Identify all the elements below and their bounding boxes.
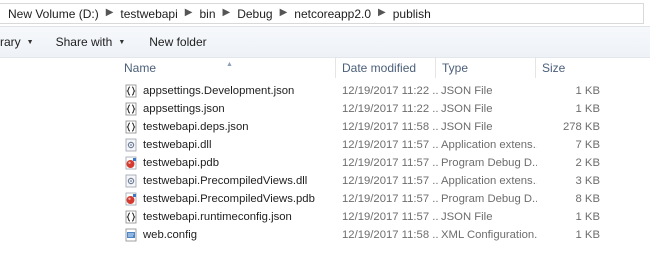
file-row[interactable]: web.config 12/19/2017 11:58 ... XML Config… <box>118 226 650 244</box>
column-header-size-label: Size <box>542 61 566 75</box>
file-type: Application extens... <box>441 175 537 187</box>
file-date-modified: 12/19/2017 11:57 ... <box>342 175 438 187</box>
file-name: testwebapi.dll <box>143 139 212 151</box>
dll-file-icon <box>124 138 138 152</box>
file-name: testwebapi.runtimeconfig.json <box>143 211 292 223</box>
file-type: JSON File <box>441 85 493 97</box>
file-row[interactable]: testwebapi.PrecompiledViews.pdb 12/19/201… <box>118 190 650 208</box>
file-row[interactable]: testwebapi.pdb 12/19/2017 11:57 ... Progra… <box>118 154 650 172</box>
breadcrumb-item-bin[interactable]: bin <box>199 7 215 21</box>
file-row[interactable]: testwebapi.deps.json 12/19/2017 11:58 ...… <box>118 118 650 136</box>
library-button-label: rary <box>0 35 21 49</box>
file-row[interactable]: appsettings.Development.json 12/19/2017 1… <box>118 82 650 100</box>
chevron-right-icon[interactable]: ▶ <box>185 7 193 18</box>
json-file-icon <box>124 102 138 116</box>
file-name: testwebapi.PrecompiledViews.pdb <box>143 193 315 205</box>
caret-down-icon: ▼ <box>118 38 126 46</box>
file-size: 3 KB <box>575 175 601 187</box>
dll-file-icon <box>124 174 138 188</box>
pdb-file-icon <box>124 192 138 206</box>
file-type: JSON File <box>441 103 493 115</box>
chevron-right-icon[interactable]: ▶ <box>280 7 288 18</box>
column-header-name[interactable]: Name ▲ <box>118 58 336 78</box>
file-type: XML Configuration... <box>441 229 537 241</box>
file-name: web.config <box>143 229 198 241</box>
breadcrumb-item-testwebapi[interactable]: testwebapi <box>120 7 177 21</box>
share-with-button[interactable]: Share with ▼ <box>48 30 134 54</box>
config-file-icon <box>124 228 138 242</box>
file-size: 1 KB <box>575 85 601 97</box>
file-name: appsettings.Development.json <box>143 85 295 97</box>
column-header-date-label: Date modified <box>342 61 417 75</box>
column-header-date[interactable]: Date modified <box>336 58 436 78</box>
file-type: Program Debug D... <box>441 157 537 169</box>
json-file-icon <box>124 210 138 224</box>
json-file-icon <box>124 84 138 98</box>
file-type: JSON File <box>441 121 493 133</box>
pdb-file-icon <box>124 156 138 170</box>
file-size: 1 KB <box>575 229 601 241</box>
column-header-type[interactable]: Type <box>436 58 536 78</box>
file-size: 2 KB <box>575 157 601 169</box>
breadcrumb-item-volume[interactable]: New Volume (D:) <box>8 7 99 21</box>
new-folder-label: New folder <box>149 35 207 49</box>
file-date-modified: 12/19/2017 11:58 ... <box>342 121 438 133</box>
share-with-label: Share with <box>55 35 113 49</box>
chevron-right-icon[interactable]: ▶ <box>378 7 386 18</box>
file-date-modified: 12/19/2017 11:57 ... <box>342 139 438 151</box>
file-type: Application extens... <box>441 139 537 151</box>
column-header-type-label: Type <box>442 61 469 75</box>
file-row[interactable]: testwebapi.dll 12/19/2017 11:57 ... Applic… <box>118 136 650 154</box>
file-date-modified: 12/19/2017 11:22 ... <box>342 85 438 97</box>
breadcrumb-item-netcoreapp[interactable]: netcoreapp2.0 <box>294 7 371 21</box>
column-header-row: Name ▲ Date modified Type Size <box>118 58 650 78</box>
file-type: Program Debug D... <box>441 193 537 205</box>
file-name: testwebapi.deps.json <box>143 121 249 133</box>
file-size: 8 KB <box>575 193 601 205</box>
column-header-name-label: Name <box>124 61 157 75</box>
chevron-right-icon[interactable]: ▶ <box>223 7 231 18</box>
chevron-right-icon[interactable]: ▶ <box>106 7 114 18</box>
new-folder-button[interactable]: New folder <box>141 30 214 54</box>
file-date-modified: 12/19/2017 11:58 ... <box>342 229 438 241</box>
json-file-icon <box>124 120 138 134</box>
file-name: testwebapi.PrecompiledViews.dll <box>143 175 308 187</box>
breadcrumb[interactable]: New Volume (D:) ▶ testwebapi ▶ bin ▶ Deb… <box>0 3 644 24</box>
file-name: appsettings.json <box>143 103 225 115</box>
library-button[interactable]: rary ▼ <box>0 30 42 54</box>
file-row[interactable]: appsettings.json 12/19/2017 11:22 ... JSON… <box>118 100 650 118</box>
file-date-modified: 12/19/2017 11:57 ... <box>342 157 438 169</box>
column-header-size[interactable]: Size <box>536 58 606 78</box>
file-row[interactable]: testwebapi.runtimeconfig.json 12/19/2017 … <box>118 208 650 226</box>
caret-down-icon: ▼ <box>26 38 34 46</box>
file-size: 1 KB <box>575 103 601 115</box>
file-name: testwebapi.pdb <box>143 157 219 169</box>
address-bar: New Volume (D:) ▶ testwebapi ▶ bin ▶ Deb… <box>0 0 650 27</box>
file-date-modified: 12/19/2017 11:22 ... <box>342 103 438 115</box>
file-date-modified: 12/19/2017 11:57 ... <box>342 211 438 223</box>
sort-ascending-icon: ▲ <box>226 61 233 68</box>
breadcrumb-item-publish[interactable]: publish <box>393 7 431 21</box>
command-toolbar: rary ▼ Share with ▼ New folder <box>0 27 650 58</box>
file-size: 7 KB <box>575 139 601 151</box>
file-date-modified: 12/19/2017 11:57 ... <box>342 193 438 205</box>
file-list: appsettings.Development.json 12/19/2017 1… <box>118 82 650 244</box>
file-type: JSON File <box>441 211 493 223</box>
file-size: 1 KB <box>575 211 601 223</box>
file-size: 278 KB <box>562 121 600 133</box>
file-row[interactable]: testwebapi.PrecompiledViews.dll 12/19/201… <box>118 172 650 190</box>
breadcrumb-item-debug[interactable]: Debug <box>237 7 272 21</box>
